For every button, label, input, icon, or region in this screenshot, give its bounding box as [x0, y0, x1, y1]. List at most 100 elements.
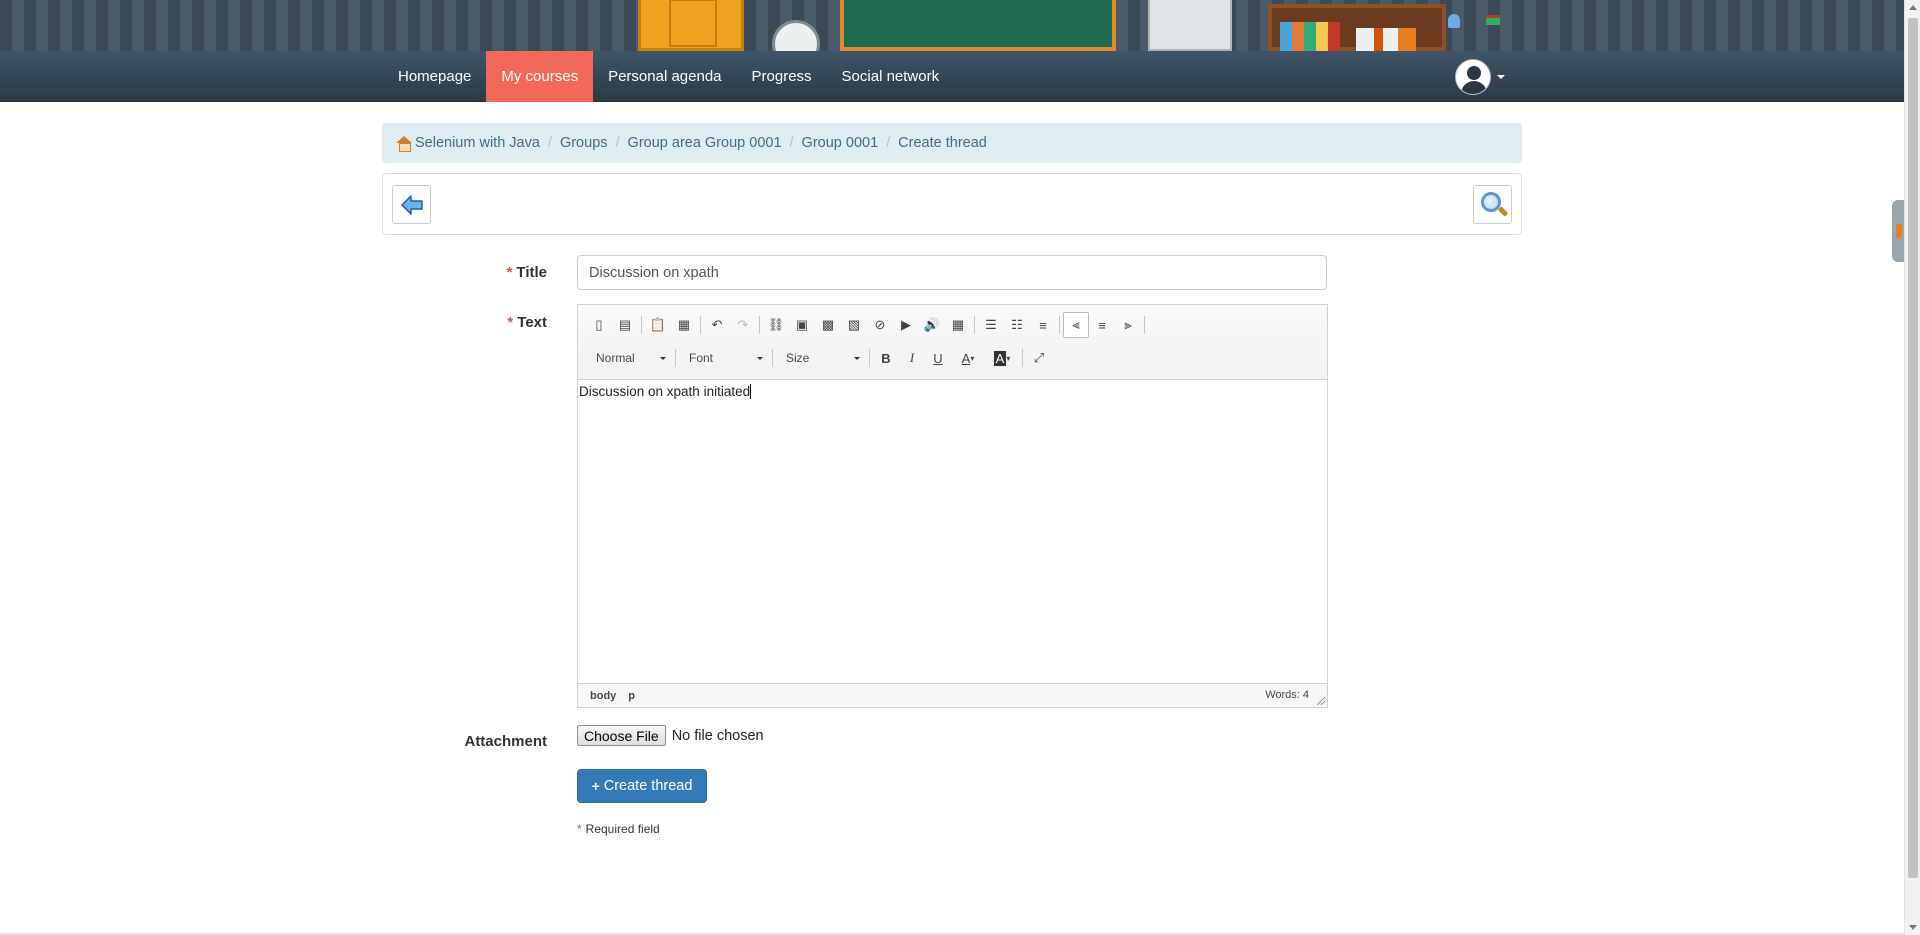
breadcrumb-group-area[interactable]: Group area Group 0001 [628, 135, 782, 151]
undo-icon[interactable]: ↶ [704, 312, 730, 338]
nav-item-homepage[interactable]: Homepage [383, 51, 486, 102]
editor-statusbar: body p Words: 4 [578, 683, 1327, 707]
horizontal-rule-icon[interactable]: ≡ [1030, 312, 1056, 338]
action-toolbar [382, 173, 1522, 235]
background-color-icon[interactable]: A ▾ [985, 345, 1019, 371]
element-path: body p [590, 690, 647, 702]
home-icon[interactable] [396, 136, 412, 152]
link-icon[interactable]: ⛓ [763, 312, 789, 338]
word-count: Words: 4 [1265, 689, 1309, 701]
align-right-icon[interactable]: ⫸ [1115, 312, 1141, 338]
toolbar-separator [1022, 349, 1023, 367]
bulleted-list-icon[interactable]: ☰ [978, 312, 1004, 338]
breadcrumb-group[interactable]: Group 0001 [802, 135, 879, 151]
text-color-icon[interactable]: A ▾ [951, 345, 985, 371]
editor-toolbar: ▯ ▤ 📋 ▦ ↶ ↷ ⛓ ▣ ▩ ▧ ⊘ ▶ 🔊 ▦ ☰ ☷ ≡ ⫷ ≡ ⫸ [578, 305, 1327, 380]
title-input[interactable] [577, 255, 1327, 290]
redo-icon[interactable]: ↷ [730, 312, 756, 338]
scroll-down-icon[interactable] [1909, 925, 1917, 930]
breadcrumb-separator: / [789, 135, 794, 151]
person-icon [1448, 14, 1460, 28]
toolbar-separator [641, 316, 642, 334]
nav-item-progress[interactable]: Progress [737, 51, 827, 102]
table-icon[interactable]: ▦ [945, 312, 971, 338]
editor-toolbar-row: ▯ ▤ 📋 ▦ ↶ ↷ ⛓ ▣ ▩ ▧ ⊘ ▶ 🔊 ▦ ☰ ☷ ≡ ⫷ ≡ ⫸ [586, 312, 1148, 338]
underline-icon[interactable]: U [925, 345, 951, 371]
sound-icon[interactable]: 🔊 [919, 312, 945, 338]
nav-item-personal-agenda[interactable]: Personal agenda [593, 51, 736, 102]
flash-icon[interactable]: ⊘ [867, 312, 893, 338]
clock-illustration [772, 20, 820, 51]
editor-toolbar-row: Normal Font Size B I U A ▾ A ▾ ⤢ [586, 345, 1052, 371]
avatar[interactable] [1455, 59, 1491, 95]
italic-icon[interactable]: I [899, 345, 925, 371]
font-select[interactable]: Font [679, 346, 769, 370]
chevron-down-icon [757, 356, 763, 360]
breadcrumb-separator: / [615, 135, 620, 151]
text-label: * Text [507, 314, 547, 331]
bold-icon[interactable]: B [873, 345, 899, 371]
paste-text-icon[interactable]: 📋 [645, 312, 671, 338]
back-button[interactable] [392, 185, 431, 224]
side-panel-tab[interactable] [1892, 200, 1904, 262]
maximize-icon[interactable]: ⤢ [1026, 345, 1052, 371]
resize-handle-icon[interactable] [1317, 697, 1325, 705]
chevron-down-icon [660, 356, 666, 360]
toolbar-separator [772, 349, 773, 367]
new-page-icon[interactable]: ▯ [586, 312, 612, 338]
file-status: No file chosen [671, 727, 764, 744]
flag-icon [1486, 15, 1500, 25]
scrollbar-thumb[interactable] [1908, 18, 1918, 878]
paste-word-icon[interactable]: ▦ [671, 312, 697, 338]
breadcrumb-course[interactable]: Selenium with Java [415, 135, 540, 151]
header-banner [0, 0, 1904, 51]
page-scrollbar[interactable] [1904, 0, 1920, 935]
required-field-note: * Required field [577, 822, 660, 836]
books-illustration [1356, 28, 1416, 51]
required-asterisk: * [506, 264, 513, 281]
nav-menu: Homepage My courses Personal agenda Prog… [383, 51, 954, 102]
editor-content-area[interactable]: Discussion on xpath initiated [578, 380, 1327, 683]
main-navbar: Homepage My courses Personal agenda Prog… [0, 51, 1904, 102]
user-menu[interactable] [1455, 59, 1505, 95]
audio-icon[interactable]: ▧ [841, 312, 867, 338]
toolbar-separator [675, 349, 676, 367]
templates-icon[interactable]: ▤ [612, 312, 638, 338]
create-thread-label: Create thread [603, 778, 693, 794]
breadcrumb-separator: / [886, 135, 891, 151]
size-select[interactable]: Size [776, 346, 866, 370]
path-p[interactable]: p [628, 690, 635, 702]
format-select[interactable]: Normal [586, 346, 672, 370]
books-illustration [1280, 22, 1340, 51]
create-thread-button[interactable]: + Create thread [577, 769, 707, 803]
youtube-icon[interactable]: ▶ [893, 312, 919, 338]
back-arrow-icon [401, 195, 423, 215]
image-icon[interactable]: ▣ [789, 312, 815, 338]
title-label: * Title [506, 264, 547, 281]
attachment-label: Attachment [464, 733, 547, 750]
paper-illustration [1148, 0, 1232, 51]
breadcrumb-groups[interactable]: Groups [560, 135, 608, 151]
breadcrumb: Selenium with Java / Groups / Group area… [382, 123, 1522, 163]
choose-file-button[interactable]: Choose File [577, 725, 666, 746]
toolbar-separator [759, 316, 760, 334]
chevron-down-icon [854, 356, 860, 360]
chevron-down-icon[interactable] [1497, 75, 1505, 79]
nav-item-social-network[interactable]: Social network [827, 51, 955, 102]
search-button[interactable] [1473, 185, 1512, 224]
required-asterisk: * [577, 822, 582, 836]
align-center-icon[interactable]: ≡ [1089, 312, 1115, 338]
toolbar-separator [700, 316, 701, 334]
video-icon[interactable]: ▩ [815, 312, 841, 338]
numbered-list-icon[interactable]: ☷ [1004, 312, 1030, 338]
plus-icon: + [591, 778, 600, 794]
path-body[interactable]: body [590, 690, 616, 702]
chalkboard-illustration [840, 0, 1116, 51]
breadcrumb-current[interactable]: Create thread [898, 135, 987, 151]
align-left-icon[interactable]: ⫷ [1063, 312, 1089, 338]
scroll-up-icon[interactable] [1909, 5, 1917, 10]
file-input: Choose File No file chosen [577, 725, 764, 746]
nav-item-my-courses[interactable]: My courses [486, 51, 594, 102]
toolbar-separator [869, 349, 870, 367]
toolbar-separator [1059, 316, 1060, 334]
